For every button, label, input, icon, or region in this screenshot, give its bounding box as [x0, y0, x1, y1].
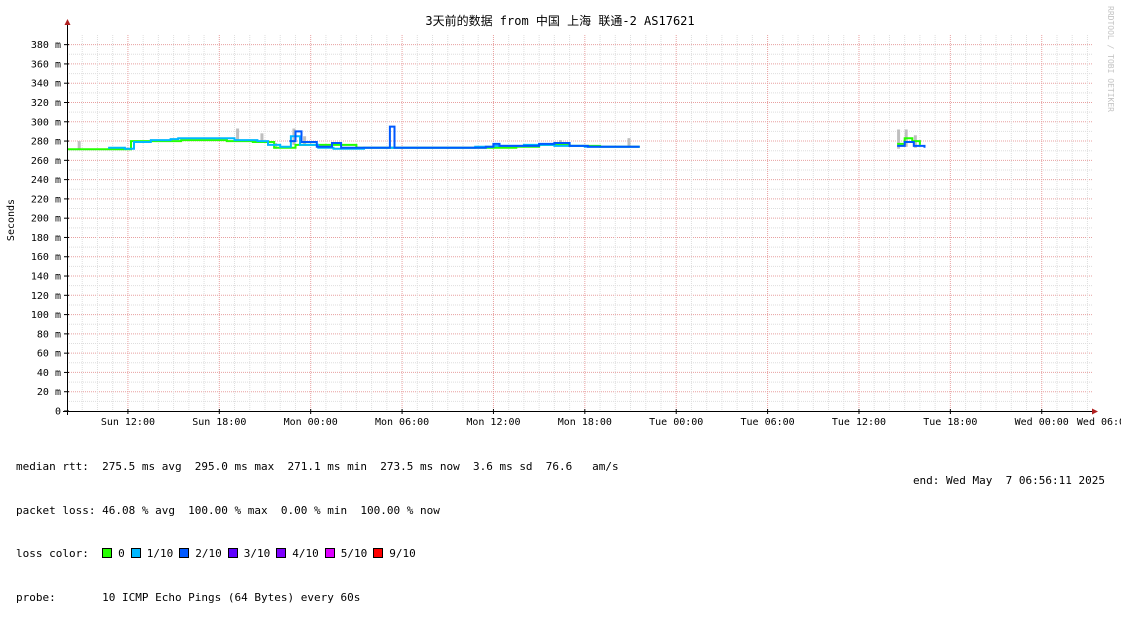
y-tick-label: 300 m [31, 117, 61, 128]
y-tick-label: 160 m [31, 252, 61, 263]
loss-swatch [373, 548, 384, 558]
loss-swatch [130, 548, 141, 558]
loss-swatch [324, 548, 335, 558]
y-tick-label: 380 m [31, 40, 61, 51]
y-tick-label: 120 m [31, 291, 61, 302]
loss-legend-item: 9/10 [373, 547, 416, 562]
y-tick-label: 180 m [31, 233, 61, 244]
y-tick-label: 40 m [37, 368, 61, 379]
y-tick-label: 280 m [31, 137, 61, 148]
x-tick-label: Tue 18:00 [923, 417, 977, 428]
x-tick-label: Mon 00:00 [284, 417, 338, 428]
watermark: RRDTOOL / TOBI OETIKER [1106, 6, 1115, 112]
loss-legend-label: 3/10 [243, 547, 271, 560]
x-tick-label: Wed 00:00 [1015, 417, 1069, 428]
loss-legend-item: 2/10 [179, 547, 222, 562]
loss-legend-label: 2/10 [195, 547, 222, 560]
x-axis-arrow [1092, 408, 1098, 415]
y-tick-label: 0 [55, 407, 61, 418]
grid [67, 35, 1092, 411]
y-tick-label: 240 m [31, 175, 61, 186]
chart-title: 3天前的数据 from 中国 上海 联通-2 AS17621 [425, 13, 694, 28]
packet-loss-line: packet loss: 46.08 % avg 100.00 % max 0.… [16, 503, 440, 517]
y-tick-label: 140 m [31, 272, 61, 283]
loss-swatch [227, 548, 238, 558]
x-tick-label: Tue 00:00 [649, 417, 703, 428]
y-tick-label: 360 m [31, 59, 61, 70]
loss-legend-item: 4/10 [276, 547, 319, 562]
series-lines [67, 125, 926, 151]
rtt-chart: 0 20 m 40 m 60 m 80 m 100 m 120 m 140 m 160 m 180… [6, 6, 1121, 428]
axes [63, 19, 1098, 415]
x-tick-label: Tue 12:00 [832, 417, 886, 428]
end-time: end: Wed May 7 06:56:11 2025 [912, 474, 1105, 487]
loss-color-label: loss color: [16, 547, 89, 560]
loss-legend-label: 9/10 [389, 547, 416, 560]
y-tick-label: 260 m [31, 156, 61, 167]
x-tick-label: Sun 18:00 [192, 417, 246, 428]
x-tick-labels: Sun 12:00 Sun 18:00 Mon 00:00 Mon 06:00 Mon … [101, 417, 1121, 428]
y-tick-labels: 0 20 m 40 m 60 m 80 m 100 m 120 m 140 m 160 m 180… [31, 40, 61, 417]
x-tick-label: Wed 06:00 [1077, 417, 1121, 428]
series-line-loss-2-10 [289, 125, 640, 149]
loss-legend-label: 1/10 [146, 547, 174, 560]
smoke-spike [77, 141, 81, 149]
loss-legend-label: 4/10 [292, 547, 319, 560]
loss-swatch [276, 548, 287, 558]
y-tick-label: 200 m [31, 214, 61, 225]
y-tick-label: 340 m [31, 79, 61, 90]
loss-legend-item: 0 [102, 547, 125, 562]
loss-legend-label: 5/10 [340, 547, 368, 560]
loss-legend-item: 3/10 [227, 547, 271, 562]
y-tick-label: 100 m [31, 310, 61, 321]
x-tick-label: Sun 12:00 [101, 417, 155, 428]
smoke-spike [627, 138, 631, 147]
loss-legend-item: 1/10 [130, 547, 174, 562]
y-axis-arrow [64, 19, 71, 25]
y-tick-label: 220 m [31, 194, 61, 205]
x-tick-label: Mon 12:00 [466, 417, 520, 428]
probe-line: probe: 10 ICMP Echo Pings (64 Bytes) eve… [16, 590, 361, 604]
median-rtt-line: median rtt: 275.5 ms avg 295.0 ms max 27… [16, 460, 619, 473]
y-tick-label: 20 m [37, 387, 61, 398]
y-tick-label: 320 m [31, 98, 61, 109]
loss-swatch [102, 548, 113, 558]
x-tick-label: Tue 06:00 [741, 417, 795, 428]
x-tick-label: Mon 18:00 [558, 417, 612, 428]
loss-legend-item: 5/10 [324, 547, 368, 562]
x-tick-label: Mon 06:00 [375, 417, 429, 428]
y-tick-label: 80 m [37, 329, 61, 340]
loss-legend-label: 0 [118, 547, 125, 560]
loss-swatch [179, 548, 190, 558]
y-tick-label: 60 m [37, 349, 61, 360]
y-axis-label: Seconds [6, 199, 17, 241]
loss-color-legend: loss color: 0 1/10 2/10 3/10 4/10 5/10 9/10 [16, 547, 619, 562]
stats-panel: median rtt: 275.5 ms avg 295.0 ms max 27… [16, 431, 619, 620]
